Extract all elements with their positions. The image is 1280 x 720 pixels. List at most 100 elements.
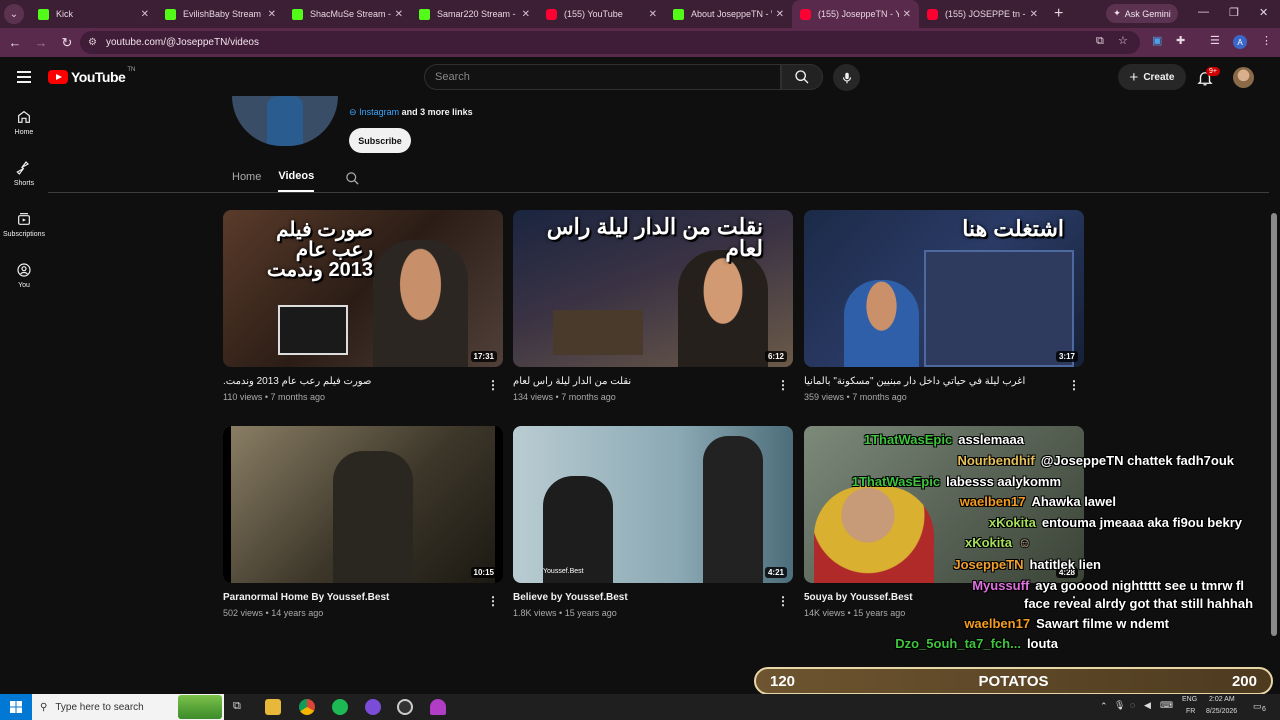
video-title[interactable]: أغرب ليلة في حياتي داخل دار مبنيين "مسكو… xyxy=(804,376,1084,390)
close-icon[interactable]: ✕ xyxy=(1030,9,1038,20)
back-button[interactable]: ← xyxy=(4,35,26,50)
video-title[interactable]: Paranormal Home By Youssef.Best xyxy=(223,592,503,606)
hamburger-menu-icon[interactable] xyxy=(17,71,31,83)
address-bar[interactable]: ⚙ youtube.com/@JoseppeTN/videos xyxy=(80,31,1140,54)
app-icon[interactable] xyxy=(365,699,381,715)
site-info-icon[interactable]: ⚙ xyxy=(88,37,97,48)
browser-tab-active[interactable]: (155) JoseppeTN - You✕ xyxy=(792,0,919,28)
video-title[interactable]: 5ouya by Youssef.Best xyxy=(804,592,1084,606)
video-card[interactable]: صورت فيلم رعب عام 2013 وندمت 17:31 صورت … xyxy=(223,210,503,402)
microphone-icon[interactable]: 🎙 xyxy=(1114,700,1125,711)
channel-avatar[interactable] xyxy=(232,96,338,146)
video-thumbnail[interactable]: اشتغلت هنا 3:17 xyxy=(804,210,1084,367)
youtube-logo[interactable]: YouTube TN xyxy=(48,67,135,85)
page-scrollbar[interactable] xyxy=(1271,213,1277,636)
close-icon[interactable]: ✕ xyxy=(903,9,911,20)
video-thumbnail[interactable]: 4:28 xyxy=(804,426,1084,583)
youtube-play-icon xyxy=(48,70,68,84)
guide-item-home[interactable]: Home xyxy=(0,97,48,148)
video-thumbnail[interactable]: 10:15 xyxy=(223,426,503,583)
task-view-icon[interactable]: ⧉ xyxy=(233,700,241,713)
chrome-menu-icon[interactable]: ⋮ xyxy=(1261,34,1272,47)
maximize-button[interactable]: ❐ xyxy=(1229,6,1239,19)
browser-tab[interactable]: (155) JOSEPPE tn - You✕ xyxy=(919,0,1046,28)
video-thumbnail[interactable]: نقلت من الدار ليلة راس لعام 6:12 xyxy=(513,210,793,367)
channel-search-icon[interactable] xyxy=(345,171,360,186)
close-icon[interactable]: ✕ xyxy=(776,9,784,20)
close-icon[interactable]: ✕ xyxy=(141,9,149,20)
video-title[interactable]: نقلت من الدار ليلة راس لعام xyxy=(513,376,793,390)
video-thumbnail[interactable]: Youssef.Best 4:21 xyxy=(513,426,793,583)
browser-tab[interactable]: Kick ✕ xyxy=(30,0,157,28)
start-button[interactable] xyxy=(0,694,32,720)
window-close-button[interactable]: ✕ xyxy=(1259,6,1268,19)
ask-gemini-button[interactable]: ✦ Ask Gemini xyxy=(1106,4,1178,23)
volume-icon[interactable]: ◀ xyxy=(1144,700,1151,711)
guide-item-shorts[interactable]: Shorts xyxy=(0,148,48,199)
voice-search-button[interactable] xyxy=(833,64,860,91)
create-button[interactable]: + Create xyxy=(1118,64,1186,90)
keyboard-icon[interactable]: ⌨ xyxy=(1160,700,1173,711)
video-card[interactable]: 10:15 Paranormal Home By Youssef.Best 50… xyxy=(223,426,503,618)
search-icon xyxy=(795,70,809,84)
network-icon[interactable]: ◌ xyxy=(1130,700,1135,710)
close-icon[interactable]: ✕ xyxy=(522,9,530,20)
subscribe-button[interactable]: Subscribe xyxy=(349,128,411,153)
more-options-icon[interactable]: ⋮ xyxy=(1068,594,1080,608)
browser-tab[interactable]: EvilishBaby Stream - W✕ xyxy=(157,0,284,28)
extensions-puzzle-icon[interactable]: ✚ xyxy=(1176,34,1185,47)
more-options-icon[interactable]: ⋮ xyxy=(487,378,499,392)
tab-videos[interactable]: Videos xyxy=(278,170,315,192)
close-icon[interactable]: ✕ xyxy=(649,9,657,20)
more-options-icon[interactable]: ⋮ xyxy=(487,594,499,608)
extension-icon[interactable]: ▣ xyxy=(1152,34,1162,47)
guide-item-subscriptions[interactable]: Subscriptions xyxy=(0,199,48,250)
video-title[interactable]: Believe by Youssef.Best xyxy=(513,592,793,606)
install-app-icon[interactable]: ⧉ xyxy=(1096,35,1104,48)
browser-tab[interactable]: (155) YouTube ✕ xyxy=(538,0,665,28)
video-card[interactable]: نقلت من الدار ليلة راس لعام 6:12 نقلت من… xyxy=(513,210,793,402)
bookmark-star-icon[interactable]: ☆ xyxy=(1118,34,1128,47)
more-options-icon[interactable]: ⋮ xyxy=(777,378,789,392)
search-button[interactable] xyxy=(781,64,823,90)
browser-tab[interactable]: ShacMuSe Stream - W✕ xyxy=(284,0,411,28)
subscriptions-icon xyxy=(18,213,30,225)
tab-strip: ⌄ Kick✕ EvilishBaby Stream - W✕ ShacMuSe… xyxy=(0,0,1280,28)
video-thumbnail[interactable]: صورت فيلم رعب عام 2013 وندمت 17:31 xyxy=(223,210,503,367)
browser-tab[interactable]: Samar220 Stream - W ✕ xyxy=(411,0,538,28)
guide-item-you[interactable]: You xyxy=(0,250,48,301)
reading-list-icon[interactable]: ☰ xyxy=(1210,34,1220,47)
app-icon[interactable] xyxy=(430,699,446,715)
minimize-button[interactable]: — xyxy=(1198,6,1209,18)
notification-center-icon[interactable]: ▭ xyxy=(1253,701,1262,712)
channel-links[interactable]: ⊖ Instagram and 3 more links xyxy=(349,107,473,118)
profile-avatar[interactable]: A xyxy=(1233,35,1247,49)
search-input[interactable]: Search xyxy=(424,64,781,90)
more-options-icon[interactable]: ⋮ xyxy=(777,594,789,608)
file-explorer-icon[interactable] xyxy=(265,699,281,715)
browser-tab[interactable]: About JoseppeTN - W ✕ xyxy=(665,0,792,28)
video-title[interactable]: صورت فيلم رعب عام 2013 وندمت. xyxy=(223,376,503,390)
tab-home[interactable]: Home xyxy=(232,171,261,191)
clock-date[interactable]: 8/25/2026 xyxy=(1206,708,1237,715)
more-options-icon[interactable]: ⋮ xyxy=(1068,378,1080,392)
video-card[interactable]: Youssef.Best 4:21 Believe by Youssef.Bes… xyxy=(513,426,793,618)
reload-button[interactable]: ↻ xyxy=(56,35,78,51)
new-tab-button[interactable]: + xyxy=(1054,5,1063,23)
video-duration: 6:12 xyxy=(764,351,787,362)
forward-button[interactable]: → xyxy=(30,35,52,50)
account-avatar[interactable] xyxy=(1233,67,1254,88)
clock-time[interactable]: 2:02 AM xyxy=(1209,696,1235,703)
tab-search-button[interactable]: ⌄ xyxy=(4,4,24,24)
close-icon[interactable]: ✕ xyxy=(268,9,276,20)
youtube-icon xyxy=(546,8,557,20)
video-card[interactable]: 4:28 5ouya by Youssef.Best 14K views • 1… xyxy=(804,426,1084,618)
obs-icon[interactable] xyxy=(397,699,413,715)
tray-overflow-icon[interactable]: ⌃ xyxy=(1100,701,1108,712)
spotify-icon[interactable] xyxy=(332,699,348,715)
weather-widget-icon[interactable] xyxy=(178,695,222,719)
close-icon[interactable]: ✕ xyxy=(395,9,403,20)
kick-icon xyxy=(419,8,430,20)
video-card[interactable]: اشتغلت هنا 3:17 أغرب ليلة في حياتي داخل … xyxy=(804,210,1084,402)
chrome-icon[interactable] xyxy=(299,699,315,715)
